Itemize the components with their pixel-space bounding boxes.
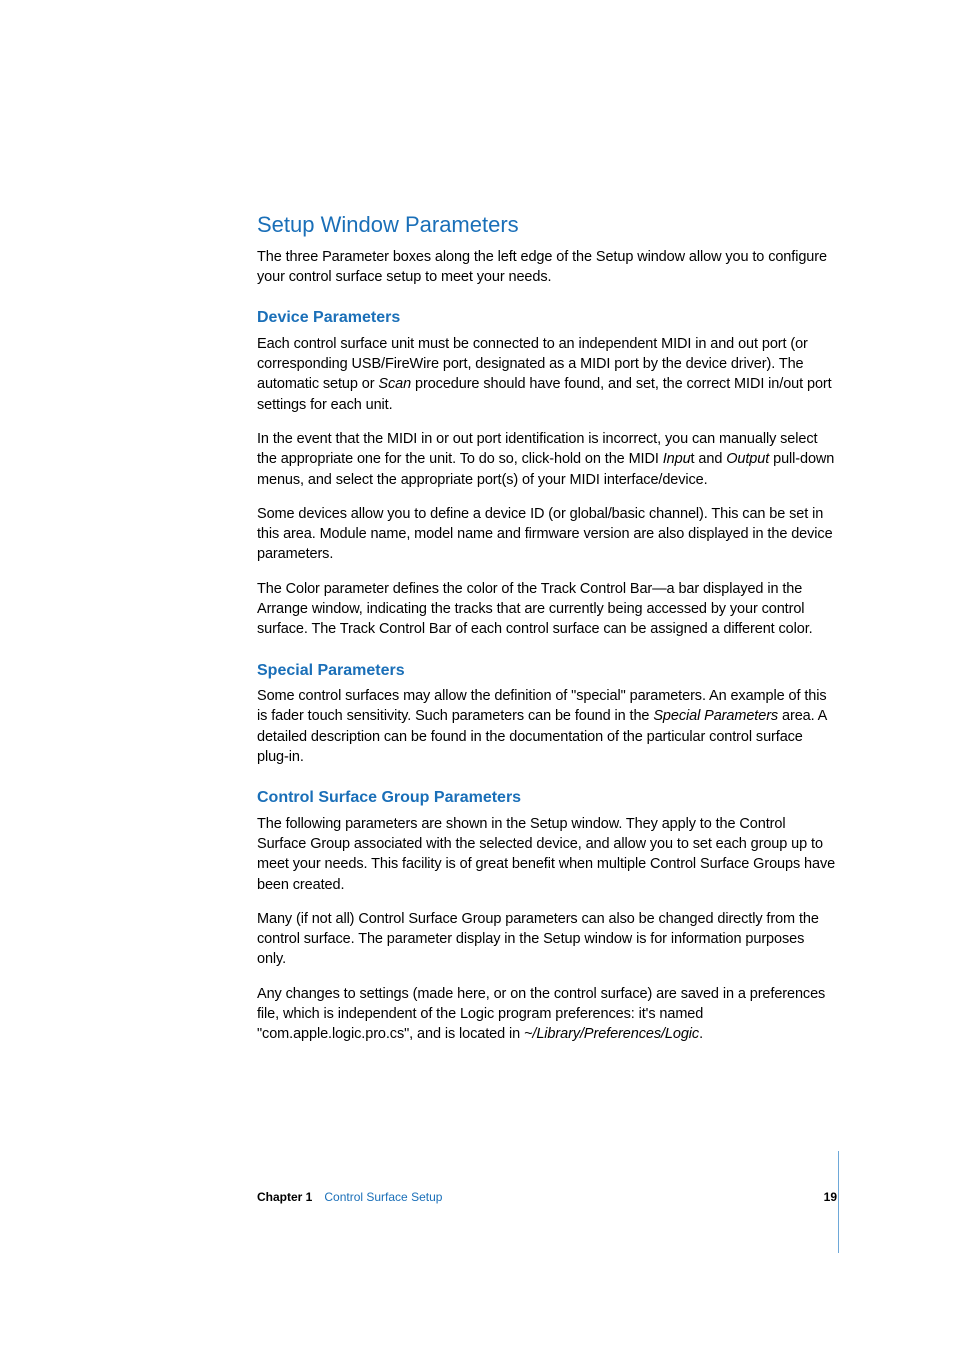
italic-input: Inpu	[663, 451, 691, 467]
page-footer: Chapter 1 Control Surface Setup 19	[257, 1189, 837, 1206]
chapter-name: Control Surface Setup	[324, 1189, 442, 1206]
device-paragraph-1: Each control surface unit must be connec…	[257, 334, 837, 415]
heading-special-parameters: Special Parameters	[257, 660, 837, 682]
text-run: t and	[691, 451, 727, 467]
csg-paragraph-3: Any changes to settings (made here, or o…	[257, 984, 837, 1045]
csg-paragraph-2: Many (if not all) Control Surface Group …	[257, 909, 837, 970]
intro-paragraph: The three Parameter boxes along the left…	[257, 247, 837, 288]
heading-setup-window-parameters: Setup Window Parameters	[257, 210, 837, 241]
footer-left: Chapter 1 Control Surface Setup	[257, 1189, 442, 1206]
heading-control-surface-group-parameters: Control Surface Group Parameters	[257, 787, 837, 809]
device-paragraph-4: The Color parameter defines the color of…	[257, 579, 837, 640]
italic-special-parameters: Special Parameters	[653, 708, 778, 724]
page-number: 19	[824, 1189, 837, 1206]
special-paragraph-1: Some control surfaces may allow the defi…	[257, 686, 837, 767]
heading-device-parameters: Device Parameters	[257, 307, 837, 329]
italic-path: ~/Library/Preferences/Logic	[524, 1026, 699, 1042]
csg-paragraph-1: The following parameters are shown in th…	[257, 814, 837, 895]
device-paragraph-3: Some devices allow you to define a devic…	[257, 504, 837, 565]
text-run: .	[699, 1026, 703, 1042]
chapter-label: Chapter 1	[257, 1189, 312, 1206]
italic-scan: Scan	[378, 376, 411, 392]
vertical-divider	[838, 1151, 839, 1253]
italic-output: Output	[726, 451, 769, 467]
page-content: Setup Window Parameters The three Parame…	[257, 210, 837, 1059]
device-paragraph-2: In the event that the MIDI in or out por…	[257, 429, 837, 490]
